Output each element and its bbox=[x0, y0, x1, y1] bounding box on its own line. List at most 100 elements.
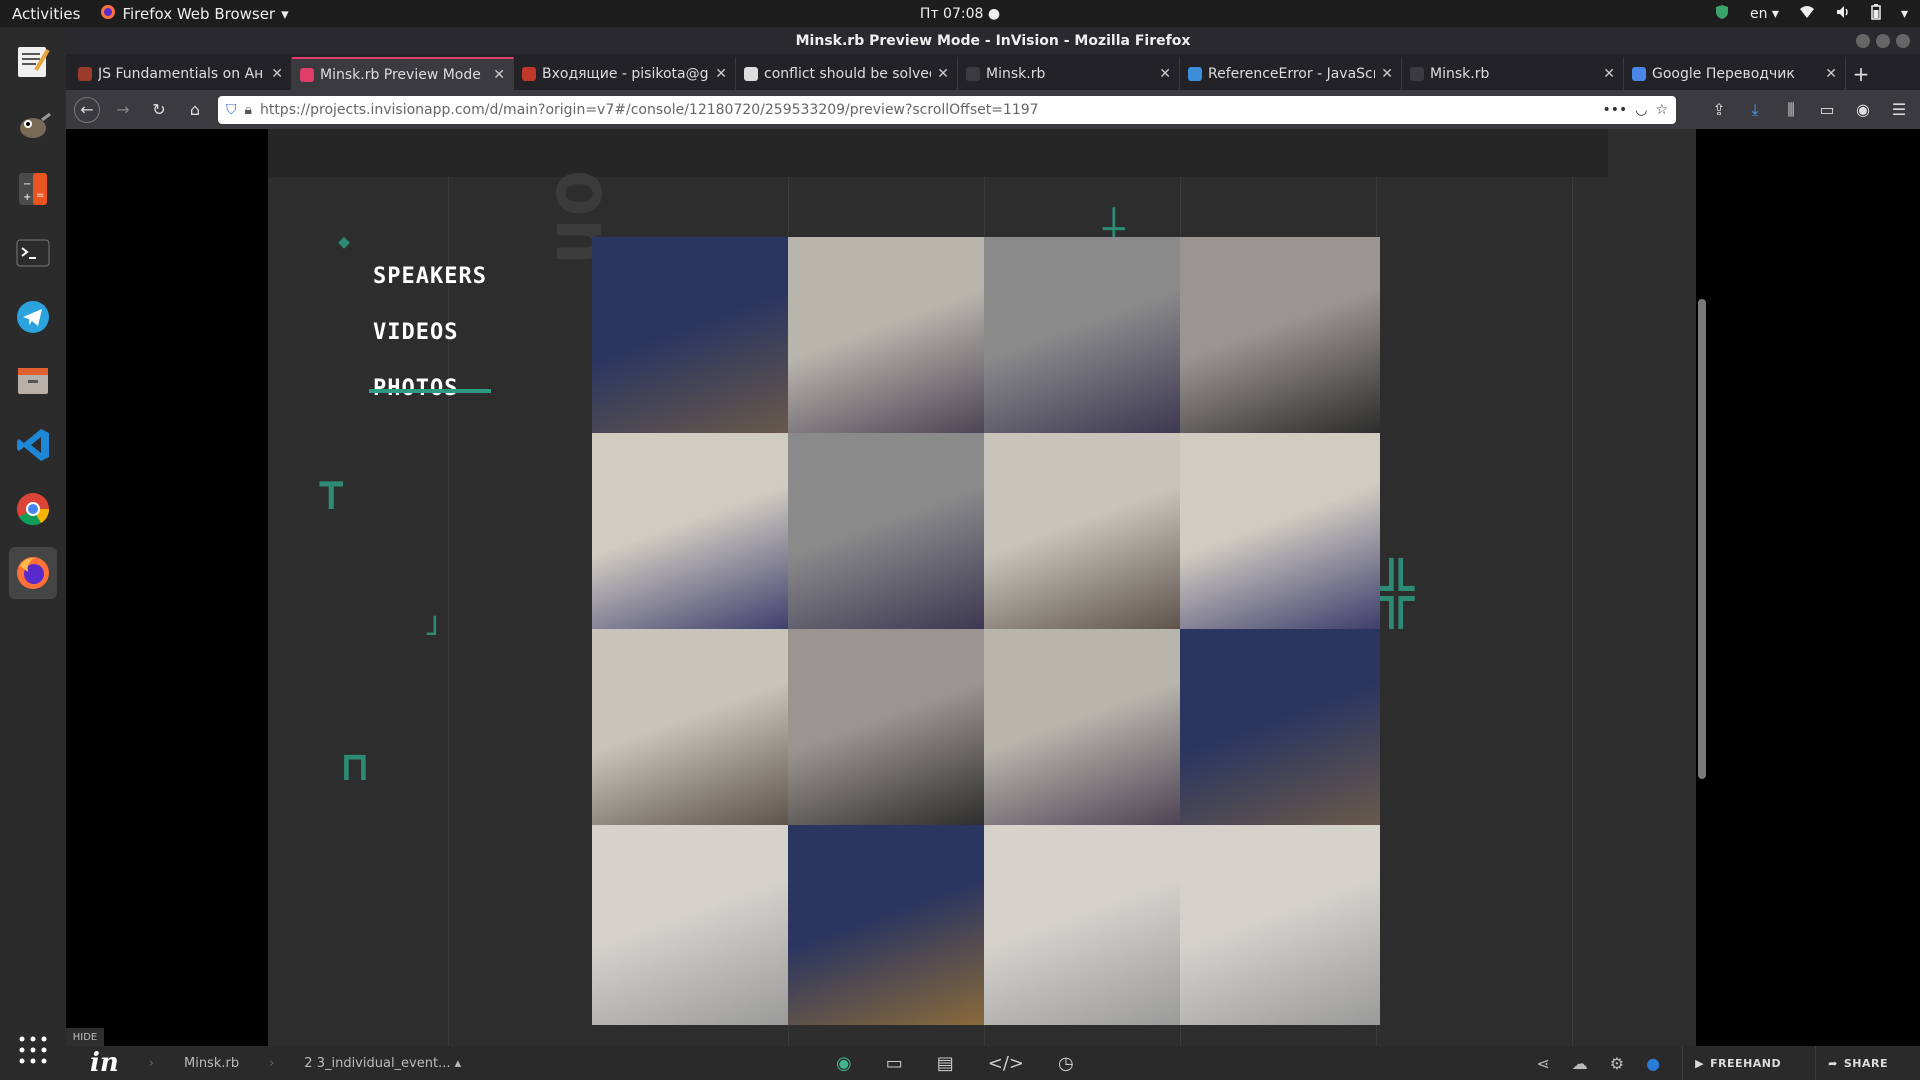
tab-close-icon[interactable]: ✕ bbox=[271, 66, 283, 82]
share-button[interactable]: ➦ SHARE bbox=[1815, 1046, 1900, 1080]
sidebar-icon[interactable]: ▭ bbox=[1814, 97, 1840, 123]
screen-crumb[interactable]: 2 3_individual_event... ▴ bbox=[304, 1056, 461, 1071]
event-photo[interactable] bbox=[1180, 629, 1380, 829]
home-button[interactable]: ⌂ bbox=[182, 97, 208, 123]
new-tab-button[interactable]: + bbox=[1846, 57, 1876, 90]
browser-tab[interactable]: conflict should be solved ✕ bbox=[736, 57, 958, 90]
chevron-right-icon: › bbox=[269, 1055, 275, 1071]
browser-tab[interactable]: Minsk.rb ✕ bbox=[958, 57, 1180, 90]
terminal-launcher[interactable] bbox=[9, 227, 57, 279]
gear-icon[interactable]: ⚙ bbox=[1610, 1054, 1624, 1073]
event-photo[interactable] bbox=[788, 237, 988, 437]
nav-videos[interactable]: VIDEOS bbox=[373, 320, 487, 345]
tab-close-icon[interactable]: ✕ bbox=[1603, 66, 1615, 82]
account-icon[interactable]: ◉ bbox=[1850, 97, 1876, 123]
telegram-launcher[interactable] bbox=[9, 291, 57, 343]
activities-button[interactable]: Activities bbox=[12, 5, 80, 23]
event-photo[interactable] bbox=[1180, 825, 1380, 1025]
event-photo[interactable] bbox=[984, 237, 1184, 437]
page-actions-icon[interactable]: ••• bbox=[1602, 102, 1627, 118]
event-photo[interactable] bbox=[592, 433, 792, 633]
freehand-button[interactable]: ▶ FREEHAND bbox=[1682, 1046, 1793, 1080]
browser-tab[interactable]: Входящие - pisikota@gn ✕ bbox=[514, 57, 736, 90]
right-toolbar: ⋖ ☁ ⚙ ● ▶ FREEHAND ➦ SHARE bbox=[1536, 1046, 1900, 1080]
menu-icon[interactable]: ☰ bbox=[1886, 97, 1912, 123]
url-text[interactable]: https://projects.invisionapp.com/d/main?… bbox=[260, 102, 1594, 118]
tab-title: JS Fundamentials on Ан bbox=[98, 65, 264, 82]
event-photo[interactable] bbox=[788, 433, 988, 633]
tab-close-icon[interactable]: ✕ bbox=[1381, 66, 1393, 82]
page-scrollbar[interactable] bbox=[1696, 129, 1708, 1046]
text-editor-icon bbox=[18, 47, 50, 77]
event-photo[interactable] bbox=[984, 629, 1184, 829]
firefox-window: Minsk.rb Preview Mode - InVision - Mozil… bbox=[66, 27, 1920, 1080]
event-photo[interactable] bbox=[984, 825, 1184, 1025]
language-indicator[interactable]: en ▾ bbox=[1750, 6, 1779, 22]
shield-icon[interactable] bbox=[1714, 4, 1730, 24]
event-photo[interactable] bbox=[1180, 237, 1380, 437]
side-nav: SPEAKERS VIDEOS PHOTOS bbox=[369, 264, 491, 432]
event-photo[interactable] bbox=[788, 825, 988, 1025]
share-nodes-icon[interactable]: ⋖ bbox=[1536, 1054, 1549, 1073]
tab-close-icon[interactable]: ✕ bbox=[1825, 66, 1837, 82]
event-photo[interactable] bbox=[592, 629, 792, 829]
browser-tab[interactable]: ReferenceError - JavaScr ✕ bbox=[1180, 57, 1402, 90]
maximize-button[interactable] bbox=[1876, 33, 1890, 48]
gimp-launcher[interactable] bbox=[9, 99, 57, 151]
volume-icon[interactable] bbox=[1835, 5, 1851, 23]
close-window-button[interactable] bbox=[1896, 33, 1910, 48]
show-applications-button[interactable] bbox=[17, 1034, 49, 1066]
calculator-launcher[interactable]: − + = bbox=[9, 163, 57, 215]
scrollbar-thumb[interactable] bbox=[1698, 299, 1706, 779]
tab-close-icon[interactable]: ✕ bbox=[493, 67, 505, 83]
back-button[interactable]: ← bbox=[74, 96, 100, 123]
battery-icon[interactable] bbox=[1871, 3, 1881, 24]
upload-icon[interactable]: ⇪ bbox=[1706, 97, 1732, 123]
lock-icon[interactable]: 🔒︎ bbox=[245, 102, 252, 118]
minimize-button[interactable] bbox=[1856, 33, 1870, 48]
tracking-protection-icon[interactable]: ⛉ bbox=[226, 102, 237, 118]
nav-photos[interactable]: PHOTOS bbox=[369, 376, 491, 401]
browser-tab[interactable]: Minsk.rb ✕ bbox=[1402, 57, 1624, 90]
history-icon[interactable]: ◷ bbox=[1058, 1053, 1074, 1074]
status-dot-icon[interactable]: ● bbox=[1646, 1054, 1660, 1073]
tab-close-icon[interactable]: ✕ bbox=[1159, 66, 1171, 82]
app-menu[interactable]: Firefox Web Browser ▾ bbox=[100, 4, 289, 24]
clock[interactable]: Пт 07:08 ● bbox=[920, 6, 1000, 22]
pocket-icon[interactable]: ◡ bbox=[1635, 102, 1647, 118]
hide-toolbar-button[interactable]: HIDE bbox=[66, 1028, 104, 1046]
firefox-launcher[interactable] bbox=[9, 547, 57, 599]
browser-tab[interactable]: JS Fundamentials on Ан ✕ bbox=[70, 57, 292, 90]
downloads-icon[interactable]: ⤓ bbox=[1742, 97, 1768, 123]
vscode-launcher[interactable] bbox=[9, 419, 57, 471]
tab-close-icon[interactable]: ✕ bbox=[937, 66, 949, 82]
reload-button[interactable]: ↻ bbox=[146, 97, 172, 123]
nav-speakers[interactable]: SPEAKERS bbox=[373, 264, 487, 289]
files-launcher[interactable] bbox=[9, 355, 57, 407]
system-tray[interactable]: en ▾ ▾ bbox=[1714, 3, 1908, 24]
url-bar[interactable]: ⛉ 🔒︎ https://projects.invisionapp.com/d/… bbox=[218, 95, 1676, 124]
browser-tab[interactable]: Google Переводчик ✕ bbox=[1624, 57, 1846, 90]
forward-button[interactable]: → bbox=[110, 97, 136, 123]
calculator-icon: − + = bbox=[19, 173, 47, 205]
tab-close-icon[interactable]: ✕ bbox=[715, 66, 727, 82]
notification-dot-icon: ● bbox=[987, 5, 1001, 22]
cloud-icon[interactable]: ☁ bbox=[1572, 1054, 1588, 1073]
event-photo[interactable] bbox=[592, 825, 792, 1025]
event-photo[interactable] bbox=[788, 629, 988, 829]
event-photo[interactable] bbox=[1180, 433, 1380, 633]
comment-icon[interactable]: ▤ bbox=[937, 1053, 954, 1074]
chrome-launcher[interactable] bbox=[9, 483, 57, 535]
wifi-icon[interactable] bbox=[1799, 5, 1815, 23]
text-editor-launcher[interactable] bbox=[9, 35, 57, 87]
code-icon[interactable]: </> bbox=[988, 1053, 1024, 1074]
library-icon[interactable]: ⫼ bbox=[1778, 97, 1804, 123]
screen-icon[interactable]: ▭ bbox=[886, 1053, 903, 1074]
bookmark-star-icon[interactable]: ☆ bbox=[1655, 102, 1668, 118]
browser-tab[interactable]: Minsk.rb Preview Mode ✕ bbox=[292, 57, 514, 90]
eye-icon[interactable]: ◉ bbox=[836, 1053, 852, 1074]
event-photo[interactable] bbox=[592, 237, 792, 437]
event-photo[interactable] bbox=[984, 433, 1184, 633]
project-crumb[interactable]: Minsk.rb bbox=[184, 1056, 239, 1071]
invision-logo[interactable]: in bbox=[90, 1048, 119, 1078]
